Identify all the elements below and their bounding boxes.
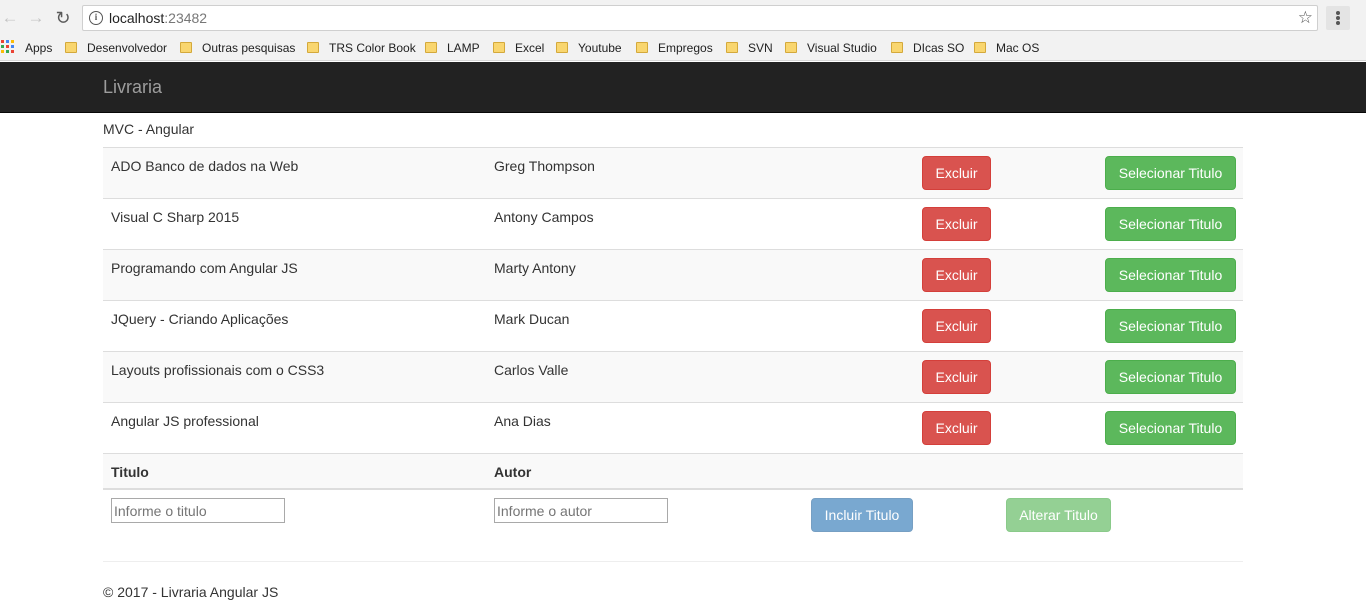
select-title-button[interactable]: Selecionar Titulo (1105, 258, 1236, 292)
bookmark-label: Mac OS (996, 41, 1040, 55)
table-row: Visual C Sharp 2015 Antony Campos Exclui… (103, 198, 1243, 249)
footer-divider (103, 561, 1243, 562)
browser-menu-icon[interactable] (1326, 6, 1350, 30)
delete-button[interactable]: Excluir (922, 258, 991, 292)
bookmark-star-icon[interactable]: ☆ (1298, 8, 1313, 28)
bookmark-label: Apps (25, 41, 53, 55)
folder-icon (425, 42, 437, 53)
bookmark-label: Desenvolvedor (87, 41, 168, 55)
bookmark-label: Excel (515, 41, 545, 55)
select-title-button[interactable]: Selecionar Titulo (1105, 411, 1236, 445)
bookmarks-bar: Apps Desenvolvedor Outras pesquisas TRS … (0, 36, 1366, 61)
bookmark-label: TRS Color Book (329, 41, 416, 55)
book-title-cell: JQuery - Criando Aplicações (111, 311, 289, 327)
browser-toolbar: ← → ↻ i localhost:23482 ☆ (0, 0, 1366, 36)
bookmark-folder[interactable]: SVN (726, 40, 773, 57)
reload-icon[interactable]: ↻ (53, 8, 73, 28)
url-port: :23482 (164, 10, 208, 26)
edit-title-button[interactable]: Alterar Titulo (1006, 498, 1111, 532)
bookmark-folder[interactable]: Youtube (556, 40, 622, 57)
delete-button[interactable]: Excluir (922, 411, 991, 445)
delete-button[interactable]: Excluir (922, 360, 991, 394)
folder-icon (974, 42, 986, 53)
table-row: Layouts profissionais com o CSS3 Carlos … (103, 351, 1243, 402)
form-header-row: Titulo Autor (103, 453, 1243, 490)
bookmark-folder[interactable]: TRS Color Book (307, 40, 416, 57)
book-author-cell: Carlos Valle (494, 362, 569, 378)
folder-icon (891, 42, 903, 53)
select-title-button[interactable]: Selecionar Titulo (1105, 360, 1236, 394)
folder-icon (785, 42, 797, 53)
book-author-cell: Greg Thompson (494, 158, 595, 174)
book-author-cell: Marty Antony (494, 260, 576, 276)
column-header-autor: Autor (494, 464, 532, 480)
bookmark-apps[interactable]: Apps (1, 40, 52, 57)
bookmark-label: SVN (748, 41, 773, 55)
book-title-cell: Programando com Angular JS (111, 260, 298, 276)
bookmark-folder[interactable]: Outras pesquisas (180, 40, 295, 57)
title-input[interactable] (111, 498, 285, 523)
bookmark-folder[interactable]: Visual Studio (785, 40, 877, 57)
add-book-form-row: Incluir Titulo Alterar Titulo (103, 490, 1243, 542)
info-icon[interactable]: i (89, 11, 103, 25)
table-row: ADO Banco de dados na Web Greg Thompson … (103, 147, 1243, 198)
navbar-brand[interactable]: Livraria (103, 77, 162, 98)
add-title-button[interactable]: Incluir Titulo (811, 498, 913, 532)
book-author-cell: Ana Dias (494, 413, 551, 429)
bookmark-label: Visual Studio (807, 41, 877, 55)
bookmark-label: Empregos (658, 41, 713, 55)
select-title-button[interactable]: Selecionar Titulo (1105, 207, 1236, 241)
footer-text: © 2017 - Livraria Angular JS (103, 584, 279, 600)
bookmark-label: LAMP (447, 41, 480, 55)
book-title-cell: ADO Banco de dados na Web (111, 158, 299, 174)
delete-button[interactable]: Excluir (922, 156, 991, 190)
table-row: JQuery - Criando Aplicações Mark Ducan E… (103, 300, 1243, 351)
forward-arrow-icon[interactable]: → (26, 8, 46, 28)
bookmark-label: Youtube (578, 41, 622, 55)
book-title-cell: Visual C Sharp 2015 (111, 209, 240, 225)
bookmark-label: DIcas SO (913, 41, 965, 55)
app-navbar: Livraria (0, 62, 1366, 113)
url-host: localhost (109, 10, 165, 26)
folder-icon (65, 42, 77, 53)
bookmark-folder[interactable]: LAMP (425, 40, 480, 57)
url-text: localhost:23482 (109, 10, 207, 26)
folder-icon (307, 42, 319, 53)
back-arrow-icon[interactable]: ← (0, 8, 20, 28)
table-row: Programando com Angular JS Marty Antony … (103, 249, 1243, 300)
bookmark-folder[interactable]: Excel (493, 40, 544, 57)
bookmark-folder[interactable]: Mac OS (974, 40, 1039, 57)
delete-button[interactable]: Excluir (922, 309, 991, 343)
select-title-button[interactable]: Selecionar Titulo (1105, 156, 1236, 190)
folder-icon (556, 42, 568, 53)
bookmark-folder[interactable]: Empregos (636, 40, 713, 57)
folder-icon (726, 42, 738, 53)
select-title-button[interactable]: Selecionar Titulo (1105, 309, 1236, 343)
folder-icon (493, 42, 505, 53)
folder-icon (636, 42, 648, 53)
bookmark-folder[interactable]: Desenvolvedor (65, 40, 167, 57)
table-row: Angular JS professional Ana Dias Excluir… (103, 402, 1243, 453)
delete-button[interactable]: Excluir (922, 207, 991, 241)
apps-grid-icon (1, 40, 15, 54)
page-subtitle: MVC - Angular (103, 121, 195, 137)
book-title-cell: Angular JS professional (111, 413, 259, 429)
column-header-titulo: Titulo (111, 464, 149, 480)
bookmark-label: Outras pesquisas (202, 41, 296, 55)
book-author-cell: Mark Ducan (494, 311, 570, 327)
bookmark-folder[interactable]: DIcas SO (891, 40, 964, 57)
book-title-cell: Layouts profissionais com o CSS3 (111, 362, 325, 378)
folder-icon (180, 42, 192, 53)
books-table: ADO Banco de dados na Web Greg Thompson … (103, 147, 1243, 542)
address-bar[interactable]: i localhost:23482 ☆ (82, 5, 1318, 31)
author-input[interactable] (494, 498, 668, 523)
book-author-cell: Antony Campos (494, 209, 594, 225)
